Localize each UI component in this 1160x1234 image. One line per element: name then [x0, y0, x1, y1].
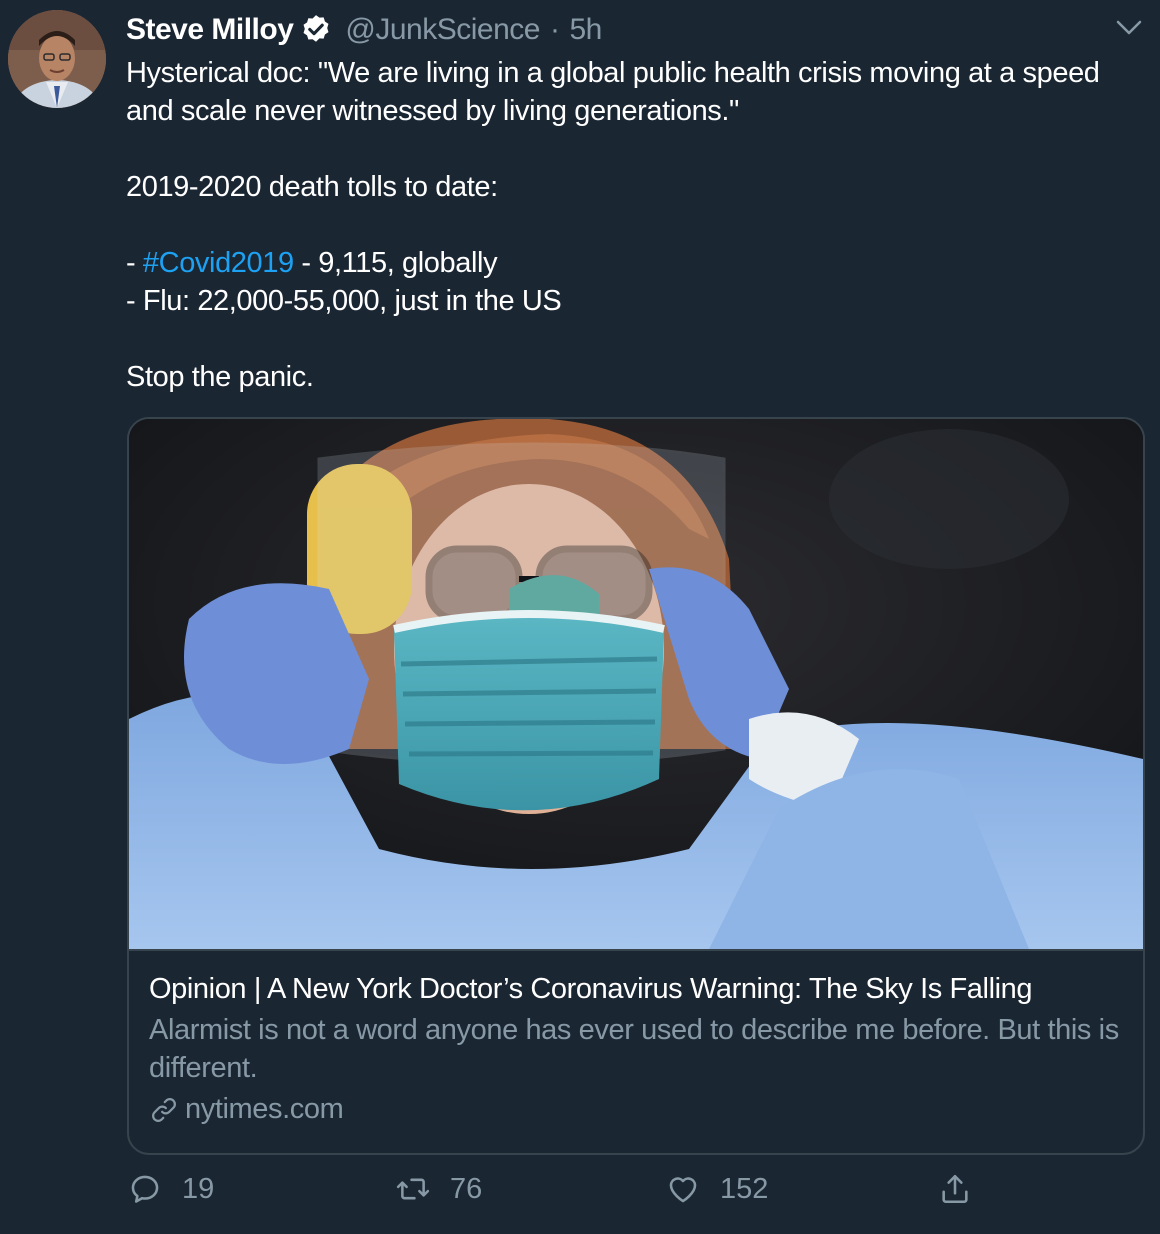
- list-dash: -: [126, 247, 143, 279]
- avatar[interactable]: [8, 10, 106, 108]
- reply-count: 19: [182, 1172, 215, 1205]
- like-count: 152: [720, 1172, 769, 1205]
- reply-icon: [131, 1175, 159, 1203]
- timestamp[interactable]: 5h: [569, 13, 602, 47]
- chevron-down-icon[interactable]: [1114, 14, 1144, 40]
- tweet-line-1: Hysterical doc: "We are living in a glob…: [126, 57, 1100, 127]
- link-card[interactable]: Opinion | A New York Doctor’s Coronaviru…: [127, 417, 1145, 1155]
- tweet-line-5: Stop the panic.: [126, 361, 314, 393]
- share-icon: [942, 1174, 968, 1204]
- reply-button[interactable]: 19: [128, 1172, 214, 1206]
- separator-dot: ·: [549, 13, 560, 46]
- tweet-line-3: - #Covid2019 - 9,115, globally: [126, 244, 1146, 282]
- tweet-header: Steve Milloy @JunkScience · 5h: [126, 10, 602, 50]
- card-image: [129, 419, 1143, 949]
- retweet-button[interactable]: 76: [396, 1172, 482, 1206]
- covid-count: - 9,115, globally: [293, 247, 498, 279]
- handle[interactable]: @JunkScience: [345, 13, 540, 47]
- tweet-line-2: 2019-2020 death tolls to date:: [126, 171, 498, 203]
- hashtag-link[interactable]: #Covid2019: [143, 247, 294, 279]
- card-description: Alarmist is not a word anyone has ever u…: [149, 1014, 1119, 1084]
- verified-badge-icon: [303, 15, 329, 42]
- retweet-icon: [396, 1178, 430, 1200]
- healthcare-worker-photo: [129, 419, 1143, 949]
- tweet-actions: 19 76 152: [128, 1172, 1128, 1216]
- card-domain-text: nytimes.com: [185, 1093, 344, 1125]
- display-name[interactable]: Steve Milloy: [126, 13, 294, 47]
- avatar-image: [8, 10, 106, 108]
- tweet[interactable]: Steve Milloy @JunkScience · 5h Hysterica…: [0, 0, 1160, 1234]
- heart-icon: [669, 1177, 697, 1203]
- card-title[interactable]: Opinion | A New York Doctor’s Coronaviru…: [149, 969, 1129, 1009]
- link-icon: [152, 1097, 176, 1122]
- card-divider: [129, 949, 1143, 951]
- retweet-count: 76: [450, 1172, 483, 1205]
- card-domain[interactable]: nytimes.com: [149, 1093, 1129, 1126]
- like-button[interactable]: 152: [666, 1172, 768, 1206]
- tweet-line-4: - Flu: 22,000-55,000, just in the US: [126, 285, 562, 317]
- card-body: Opinion | A New York Doctor’s Coronaviru…: [149, 969, 1129, 1126]
- tweet-text: Hysterical doc: "We are living in a glob…: [126, 54, 1146, 396]
- share-button[interactable]: [938, 1172, 972, 1206]
